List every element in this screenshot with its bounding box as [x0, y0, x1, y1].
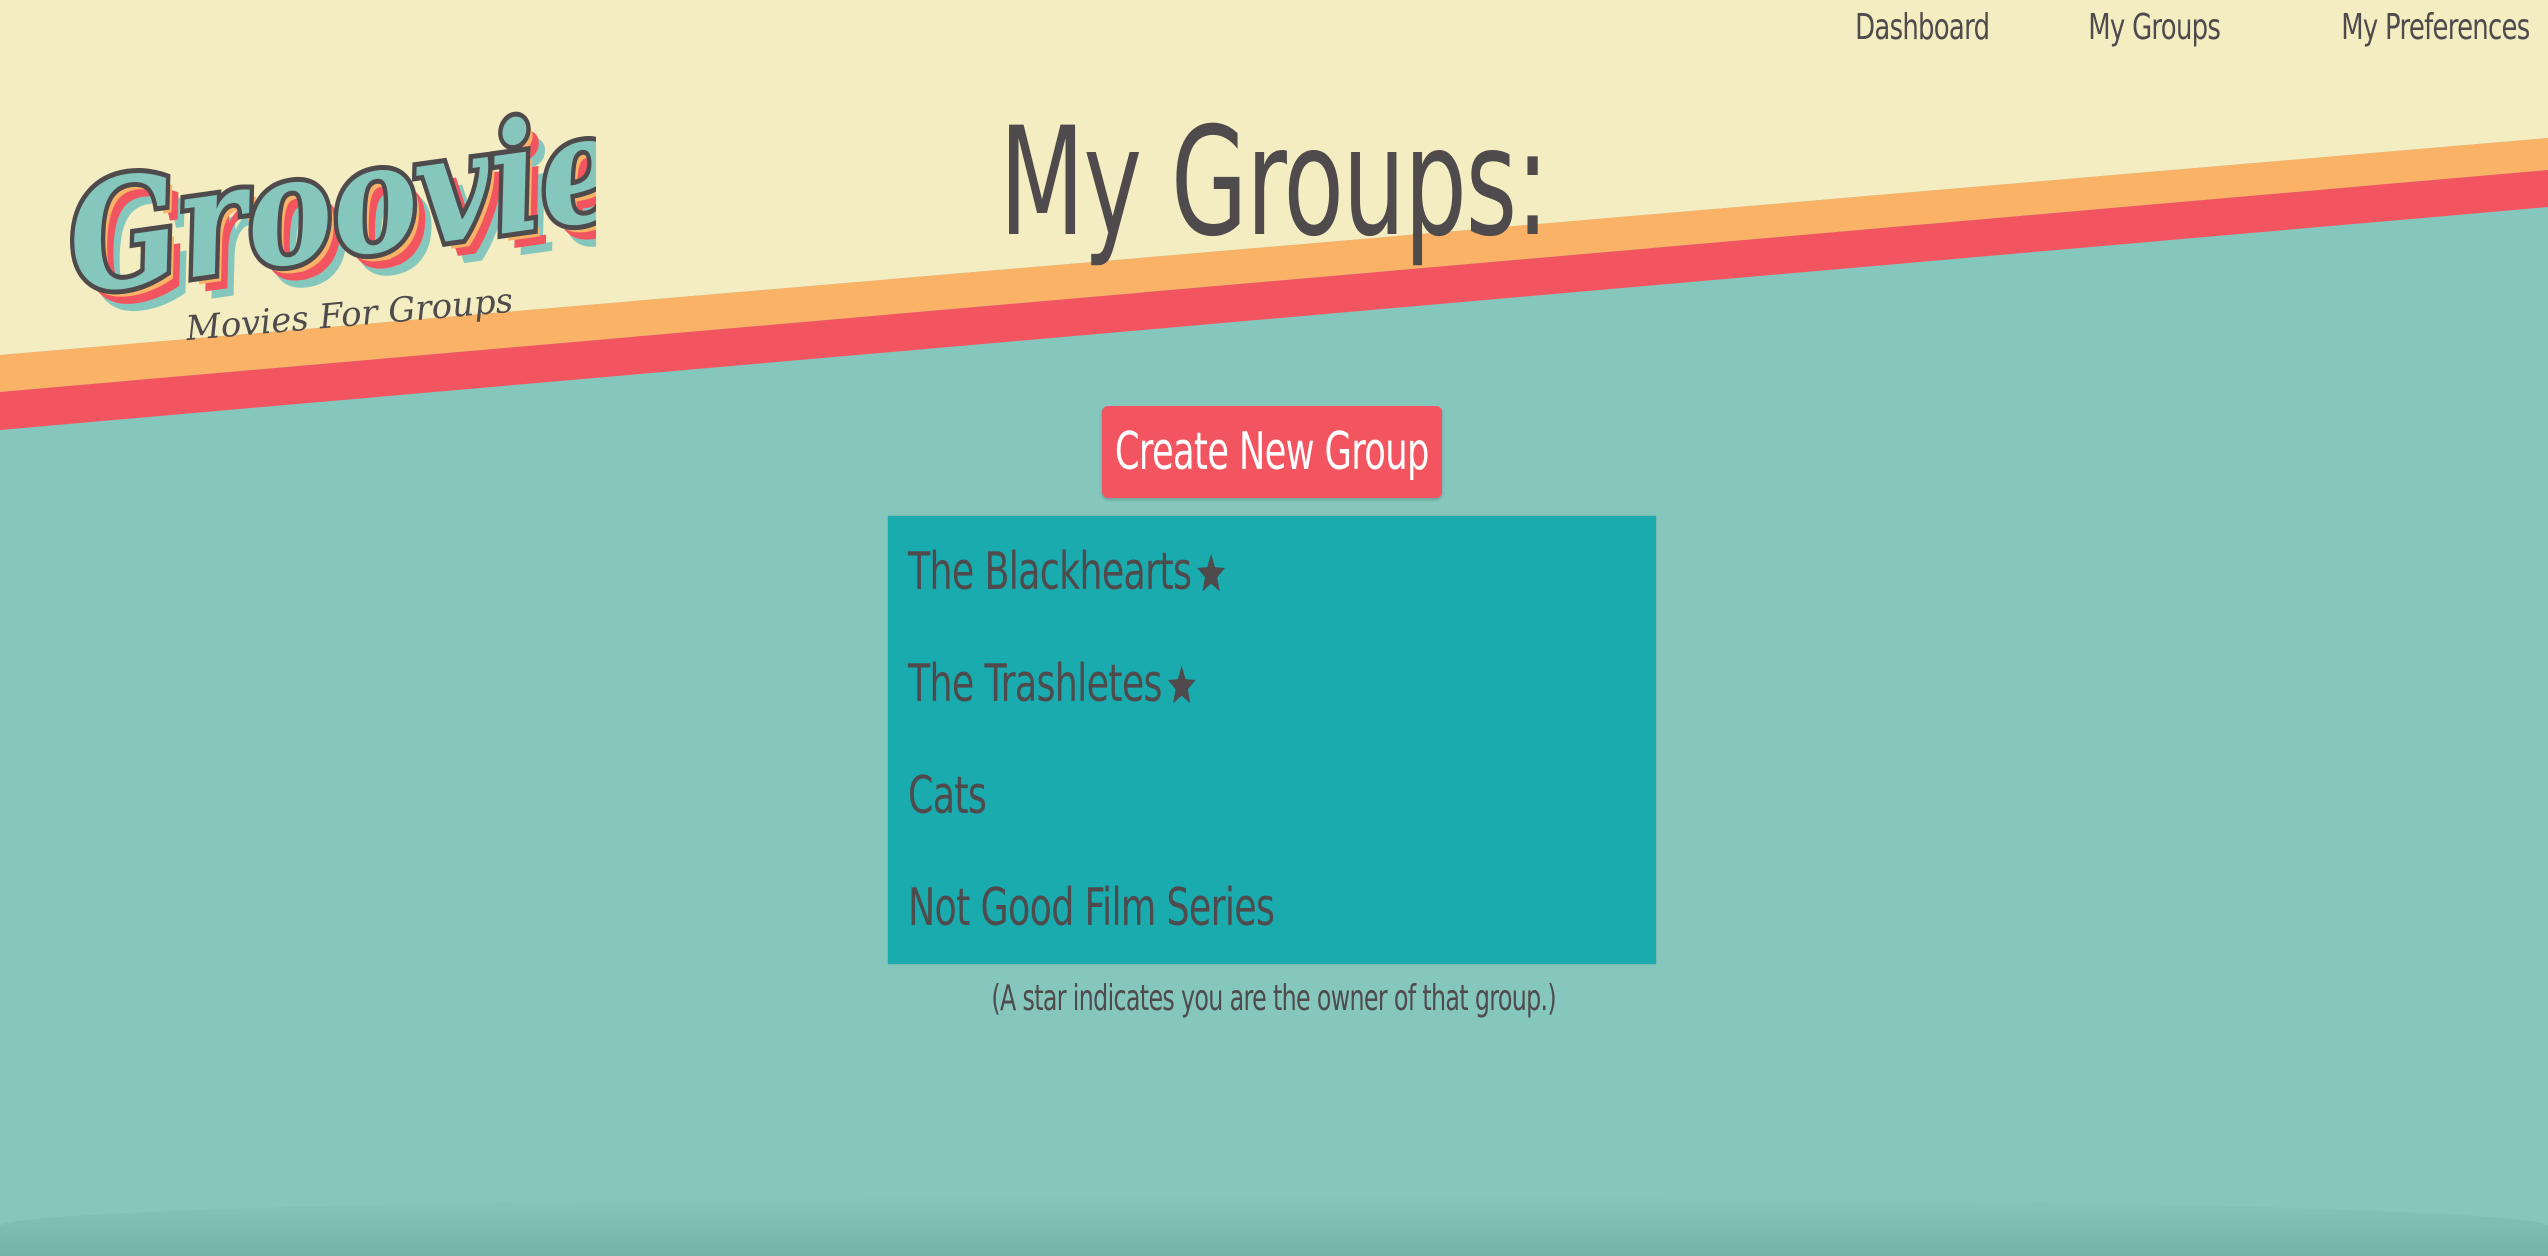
group-item-the-trashletes[interactable]: The Trashletes [908, 628, 1648, 740]
group-name: The Trashletes [908, 654, 1163, 714]
group-name: Cats [908, 766, 987, 826]
group-name: The Blackhearts [908, 542, 1192, 602]
bottom-shadow [0, 1196, 2548, 1256]
nav-my-preferences[interactable]: My Preferences [2342, 2, 2531, 54]
create-new-group-button[interactable]: Create New Group [1102, 406, 1442, 498]
create-new-group-label: Create New Group [1115, 422, 1430, 482]
page-title: My Groups: [0, 98, 2548, 268]
top-navigation: Dashboard My Groups My Preferences [1803, 2, 2531, 54]
page-title-text: My Groups: [999, 96, 1550, 270]
group-item-not-good-film-series[interactable]: Not Good Film Series [908, 852, 1648, 964]
owner-footnote-text: (A star indicates you are the owner of t… [991, 978, 1557, 1019]
groups-list: The Blackhearts The Trashletes Cats Not … [888, 516, 1656, 964]
star-icon [1167, 665, 1196, 704]
nav-my-groups[interactable]: My Groups [2089, 2, 2222, 54]
group-name: Not Good Film Series [908, 878, 1275, 938]
nav-dashboard[interactable]: Dashboard [1855, 2, 1990, 54]
star-icon [1196, 553, 1225, 592]
group-item-cats[interactable]: Cats [908, 740, 1648, 852]
group-item-the-blackhearts[interactable]: The Blackhearts [908, 516, 1648, 628]
owner-footnote: (A star indicates you are the owner of t… [0, 978, 2548, 1019]
